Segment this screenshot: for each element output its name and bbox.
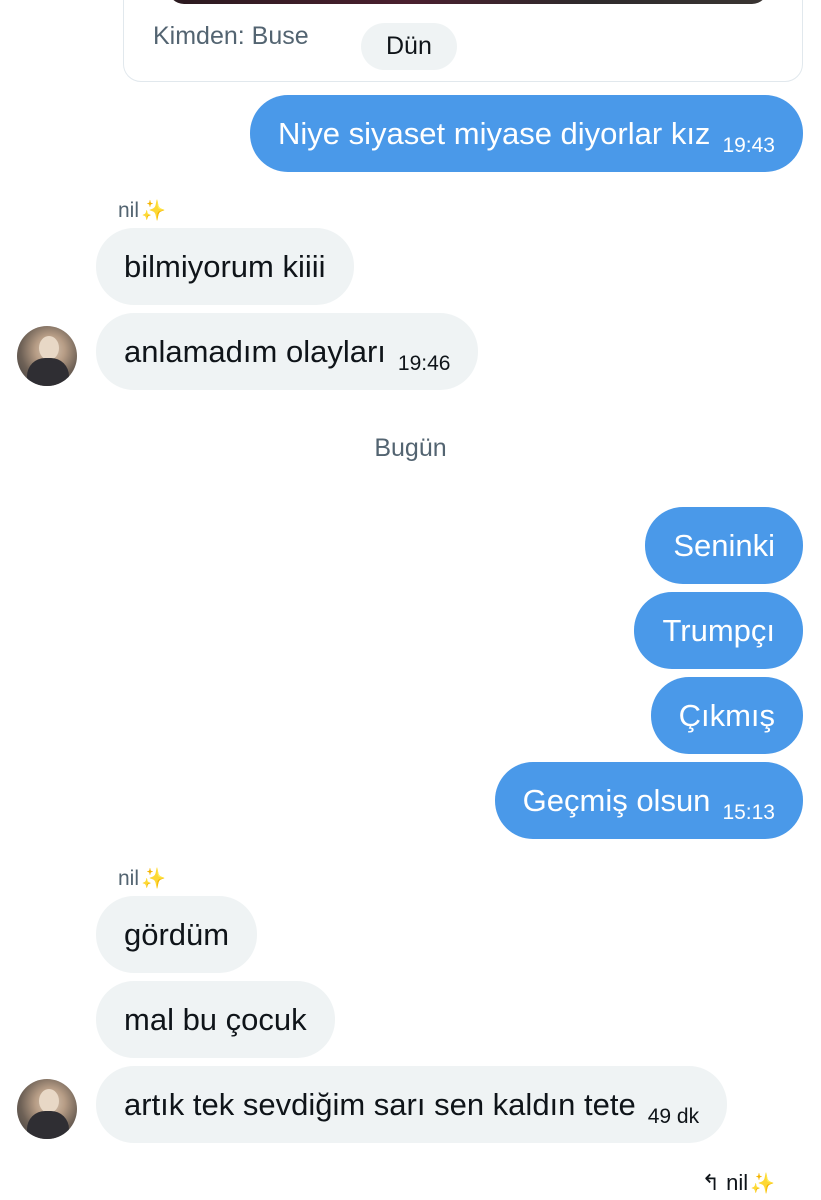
message-text: Geçmiş olsun: [522, 783, 711, 818]
incoming-message[interactable]: anlamadım olayları 19:46: [96, 313, 479, 390]
message-time: 19:46: [397, 352, 451, 375]
avatar-face: [39, 336, 59, 360]
avatar[interactable]: [17, 326, 77, 386]
outgoing-message[interactable]: Çıkmış: [650, 677, 803, 754]
message-text: Trumpçı: [662, 613, 775, 648]
incoming-message[interactable]: gördüm: [96, 896, 258, 973]
avatar-body: [27, 358, 69, 386]
reply-indicator[interactable]: ↰ nil ✨: [702, 1170, 775, 1196]
outgoing-message[interactable]: Geçmiş olsun 15:13: [494, 762, 803, 839]
outgoing-message[interactable]: Seninki: [645, 507, 803, 584]
sparkles-icon: ✨: [141, 200, 166, 222]
message-time: 49 dk: [647, 1105, 700, 1128]
sender-name-text: nil: [118, 199, 140, 222]
reply-name: nil: [726, 1170, 749, 1195]
date-divider-today: Bugün: [374, 434, 447, 462]
avatar-face: [39, 1089, 59, 1113]
message-text: mal bu çocuk: [124, 1002, 307, 1037]
message-text: bilmiyorum kiiii: [124, 249, 326, 284]
sender-name: nil ✨: [118, 866, 166, 891]
sender-name-text: nil: [118, 867, 140, 890]
avatar-body: [27, 1111, 69, 1139]
sender-name: nil ✨: [118, 198, 166, 223]
incoming-message[interactable]: mal bu çocuk: [96, 981, 335, 1058]
outgoing-message[interactable]: Trumpçı: [634, 592, 803, 669]
message-text: Niye siyaset miyase diyorlar kız: [278, 116, 711, 151]
day-separator-pill: Dün: [361, 23, 457, 70]
message-text: gördüm: [124, 917, 230, 952]
sparkles-icon: ✨: [750, 1173, 775, 1195]
sparkles-icon: ✨: [141, 868, 166, 890]
message-text: Çıkmış: [678, 698, 775, 733]
avatar[interactable]: [17, 1079, 77, 1139]
message-text: anlamadım olayları: [124, 334, 386, 369]
quoted-media-image[interactable]: [168, 0, 768, 4]
quoted-from-label: Kimden: Buse: [153, 22, 309, 50]
message-time: 15:13: [722, 801, 775, 824]
message-text: Seninki: [673, 528, 775, 563]
incoming-message[interactable]: artık tek sevdiğim sarı sen kaldın tete 4…: [96, 1066, 728, 1143]
incoming-message[interactable]: bilmiyorum kiiii: [96, 228, 354, 305]
message-time: 19:43: [722, 134, 775, 157]
reply-arrow-icon: ↰: [701, 1170, 721, 1195]
message-text: artık tek sevdiğim sarı sen kaldın tete: [124, 1087, 636, 1122]
outgoing-message[interactable]: Niye siyaset miyase diyorlar kız 19:43: [250, 95, 803, 172]
